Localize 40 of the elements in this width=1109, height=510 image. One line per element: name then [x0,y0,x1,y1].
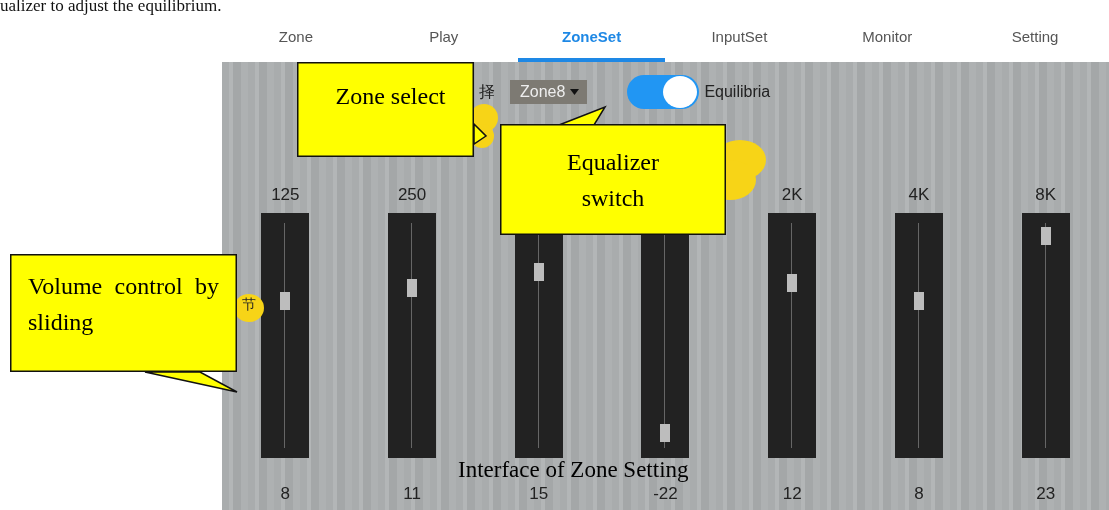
band-value: 8 [280,484,291,504]
slider-track[interactable] [894,213,943,458]
toggle-label: Equilibria [704,83,771,101]
tab[interactable]: Setting [961,15,1109,62]
slider-thumb[interactable] [280,292,291,311]
zone-label: 择 [479,81,496,102]
band-value: 23 [1036,484,1056,504]
slider-thumb[interactable] [533,262,544,281]
band-value: 12 [782,484,802,504]
band-value: 11 [403,484,421,504]
tab[interactable]: InputSet [665,15,814,62]
band-value: -22 [653,484,678,504]
callout-text: Volume control by sliding [28,272,219,337]
callout-text: Zone select [335,82,446,111]
slider-thumb[interactable] [660,424,671,443]
document-text: ualizer to adjust the equilibrium. [0,0,222,14]
slider-thumb[interactable] [787,274,798,293]
slider-thumb[interactable] [913,292,924,311]
slider-thumb[interactable] [407,278,418,297]
slider-track[interactable] [388,213,437,458]
band-value: 15 [529,484,549,504]
band-frequency: 4K [908,185,930,206]
tab[interactable]: Zone [222,15,370,62]
slider-track[interactable] [261,213,310,458]
band-value: 8 [914,484,924,504]
slider-thumb[interactable] [1040,226,1051,245]
tab[interactable]: Monitor [813,15,962,62]
zone-dropdown[interactable]: Zone8 [510,80,588,104]
figure-caption: Interface of Zone Setting [458,459,689,481]
slider-track[interactable] [768,213,817,458]
band-frequency: 2K [781,185,803,206]
caret-icon [570,89,580,95]
side-label: 节 [242,296,256,314]
band-frequency: 8K [1035,185,1057,206]
slider-track[interactable] [1021,213,1070,458]
equalizer-toggle[interactable] [627,75,700,109]
callout-text: Equalizer switch [566,147,660,213]
band-frequency: 250 [397,185,427,206]
band-frequency: 125 [271,185,300,206]
tab[interactable]: Play [369,15,518,62]
